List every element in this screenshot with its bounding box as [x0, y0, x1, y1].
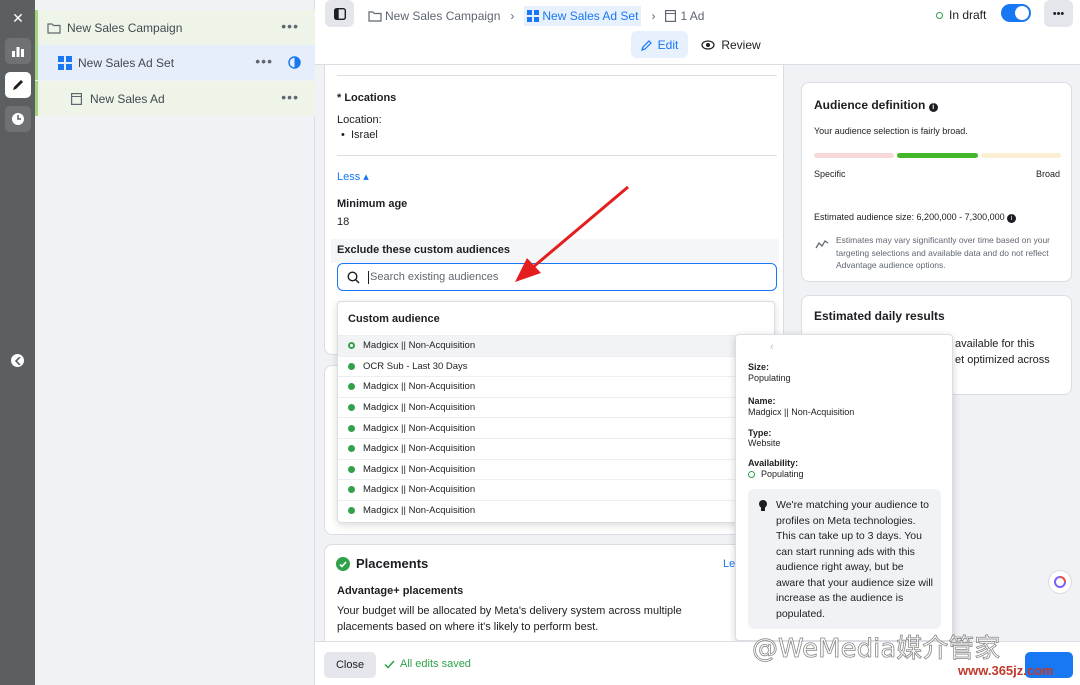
watermark-url: www.365jz.com	[958, 663, 1054, 678]
saved-label: All edits saved	[400, 658, 471, 670]
check-icon	[384, 659, 395, 669]
saved-status: All edits saved	[384, 658, 471, 670]
annotation-arrow-icon	[515, 185, 629, 282]
close-button[interactable]: Close	[324, 652, 376, 678]
watermark-text: @WeMedia媒介管家	[752, 634, 1001, 665]
